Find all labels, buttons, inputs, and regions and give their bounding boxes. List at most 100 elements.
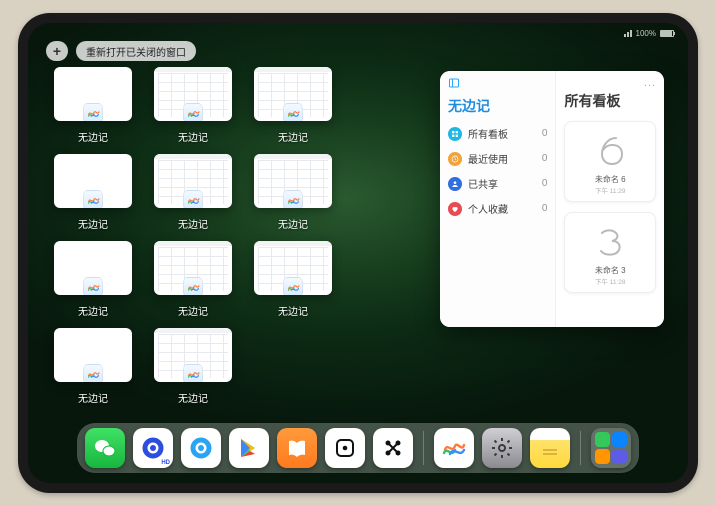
- board-thumbnail: [584, 128, 636, 172]
- window-preview: [154, 328, 232, 382]
- dock-separator: [423, 431, 424, 465]
- sidebar-toggle-icon[interactable]: [448, 77, 547, 92]
- freeform-sidebar-pane: 无边记 所有看板 0 最近使用 0 已共享 0 个人收藏 0: [440, 71, 556, 327]
- window-label: 无边记: [54, 216, 132, 231]
- freeform-app-icon: [183, 190, 203, 208]
- window-thumbnail[interactable]: 无边记: [154, 154, 232, 231]
- window-toolbar: + 重新打开已关闭的窗口: [28, 41, 688, 67]
- sidebar-category-item[interactable]: 所有看板 0: [448, 126, 547, 141]
- dock-app-books[interactable]: [277, 428, 317, 468]
- window-thumbnail[interactable]: 无边记: [154, 67, 232, 144]
- dock-app-connect[interactable]: [373, 428, 413, 468]
- board-subtitle: 下午 11:29: [595, 185, 626, 195]
- window-thumbnail[interactable]: 无边记: [154, 328, 232, 405]
- freeform-app-icon: [83, 103, 103, 121]
- window-preview: [54, 328, 132, 382]
- workspace: 无边记无边记无边记无边记无边记无边记无边记无边记无边记无边记无边记 无边记 所有…: [52, 65, 664, 421]
- freeform-app-icon: [183, 103, 203, 121]
- freeform-app-icon: [83, 277, 103, 295]
- freeform-app-icon: [283, 103, 303, 121]
- window-preview: [154, 241, 232, 295]
- window-preview: [254, 241, 332, 295]
- window-preview: [154, 154, 232, 208]
- dock-app-quark[interactable]: [181, 428, 221, 468]
- more-options-button[interactable]: ...: [644, 77, 656, 89]
- window-thumbnail[interactable]: 无边记: [254, 154, 332, 231]
- window-thumbnail[interactable]: 无边记: [54, 241, 132, 318]
- window-preview: [254, 154, 332, 208]
- window-label: 无边记: [254, 129, 332, 144]
- window-label: 无边记: [54, 129, 132, 144]
- category-label: 已共享: [468, 176, 498, 191]
- freeform-app-icon: [83, 190, 103, 208]
- sidebar-title: 无边记: [448, 96, 547, 116]
- board-thumbnail: [584, 219, 636, 263]
- dock-app-wechat[interactable]: [85, 428, 125, 468]
- sidebar-category-item[interactable]: 已共享 0: [448, 176, 547, 191]
- window-label: 无边记: [154, 303, 232, 318]
- grid-icon: [448, 127, 462, 141]
- window-thumbnail[interactable]: 无边记: [54, 154, 132, 231]
- clock-icon: [448, 152, 462, 166]
- window-thumbnail[interactable]: 无边记: [54, 328, 132, 405]
- board-card[interactable]: 未命名 3下午 11:28: [564, 212, 656, 293]
- dock-app-app-library[interactable]: [591, 428, 631, 468]
- sidebar-category-item[interactable]: 最近使用 0: [448, 151, 547, 166]
- dock-app-dice[interactable]: [325, 428, 365, 468]
- window-preview: [54, 67, 132, 121]
- app-windows-grid: 无边记无边记无边记无边记无边记无边记无边记无边记无边记无边记无边记: [54, 67, 332, 405]
- category-label: 最近使用: [468, 151, 508, 166]
- sidebar-category-item[interactable]: 个人收藏 0: [448, 201, 547, 216]
- window-label: 无边记: [254, 216, 332, 231]
- freeform-app-icon: [183, 364, 203, 382]
- dock-app-notes[interactable]: [530, 428, 570, 468]
- category-label: 所有看板: [468, 126, 508, 141]
- window-thumbnail[interactable]: 无边记: [54, 67, 132, 144]
- window-label: 无边记: [154, 216, 232, 231]
- freeform-app-icon: [83, 364, 103, 382]
- window-label: 无边记: [54, 390, 132, 405]
- sidebar-category-list: 所有看板 0 最近使用 0 已共享 0 个人收藏 0: [448, 126, 547, 216]
- window-label: 无边记: [54, 303, 132, 318]
- battery-label: 100%: [636, 29, 656, 38]
- dock: HD: [77, 423, 639, 473]
- wifi-icon: [624, 30, 632, 37]
- heart-icon: [448, 202, 462, 216]
- board-title: 未命名 3: [595, 265, 626, 276]
- boards-pane-title: 所有看板: [564, 91, 656, 111]
- window-preview: [254, 67, 332, 121]
- boards-list: 未命名 6下午 11:29 未命名 3下午 11:28: [564, 121, 656, 293]
- category-count: 0: [542, 128, 548, 139]
- category-count: 0: [542, 203, 548, 214]
- freeform-split-window[interactable]: 无边记 所有看板0最近使用0已共享0个人收藏0 ... 所有看板 未命名 6下午…: [440, 71, 664, 327]
- dock-app-settings[interactable]: [482, 428, 522, 468]
- dock-app-quark-hd[interactable]: HD: [133, 428, 173, 468]
- category-label: 个人收藏: [468, 201, 508, 216]
- category-count: 0: [542, 178, 548, 189]
- window-thumbnail[interactable]: 无边记: [254, 67, 332, 144]
- window-preview: [154, 67, 232, 121]
- dock-app-freeform[interactable]: [434, 428, 474, 468]
- freeform-app-icon: [183, 277, 203, 295]
- new-window-button[interactable]: +: [46, 41, 68, 61]
- board-card[interactable]: 未命名 6下午 11:29: [564, 121, 656, 202]
- person-icon: [448, 177, 462, 191]
- freeform-boards-pane: ... 所有看板 未命名 6下午 11:29 未命名 3下午 11:28: [556, 71, 664, 327]
- window-preview: [54, 154, 132, 208]
- freeform-app-icon: [283, 277, 303, 295]
- battery-icon: [660, 30, 674, 37]
- window-preview: [54, 241, 132, 295]
- board-title: 未命名 6: [595, 174, 626, 185]
- window-label: 无边记: [154, 129, 232, 144]
- window-thumbnail[interactable]: 无边记: [154, 241, 232, 318]
- category-count: 0: [542, 153, 548, 164]
- reopen-closed-window-button[interactable]: 重新打开已关闭的窗口: [76, 41, 196, 61]
- ipad-device-frame: 100% + 重新打开已关闭的窗口 无边记无边记无边记无边记无边记无边记无边记无…: [18, 13, 698, 493]
- window-label: 无边记: [254, 303, 332, 318]
- window-thumbnail[interactable]: 无边记: [254, 241, 332, 318]
- ipad-screen: 100% + 重新打开已关闭的窗口 无边记无边记无边记无边记无边记无边记无边记无…: [28, 23, 688, 483]
- dock-app-play-store[interactable]: [229, 428, 269, 468]
- window-label: 无边记: [154, 390, 232, 405]
- board-subtitle: 下午 11:28: [595, 276, 626, 286]
- dock-separator: [580, 431, 581, 465]
